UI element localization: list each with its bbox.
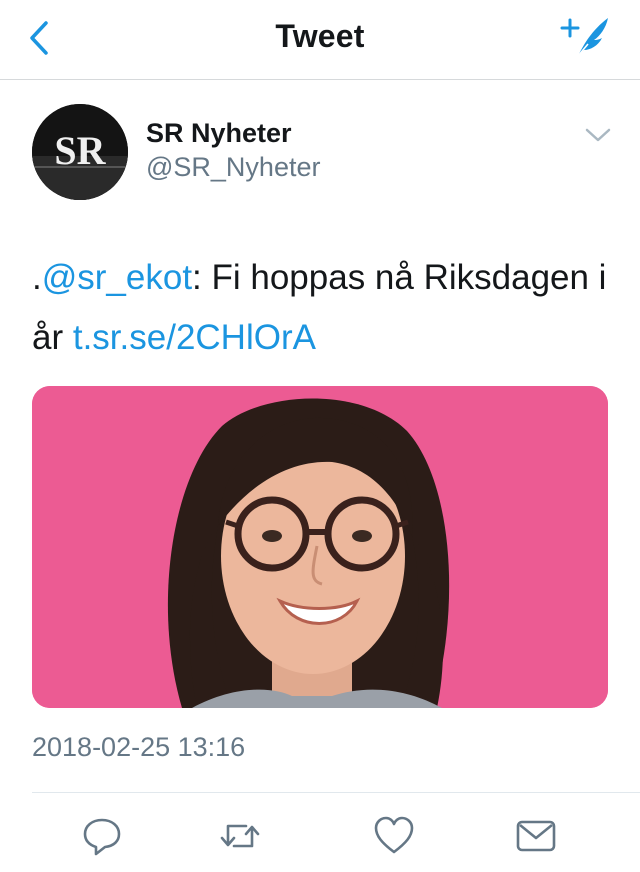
- retweet-button[interactable]: [218, 814, 262, 858]
- display-name[interactable]: SR Nyheter: [146, 118, 292, 149]
- url-link[interactable]: t.sr.se/2CHlOrA: [73, 318, 316, 357]
- like-button[interactable]: [372, 814, 416, 858]
- user-handle[interactable]: @SR_Nyheter: [146, 152, 320, 183]
- more-options-button[interactable]: [584, 126, 612, 144]
- retweet-icon: [220, 824, 260, 848]
- tweet-photo[interactable]: [32, 386, 608, 708]
- reply-button[interactable]: [80, 814, 124, 858]
- tweet-timestamp: 2018-02-25 13:16: [32, 732, 246, 762]
- page-title: Tweet: [275, 18, 365, 54]
- divider: [32, 792, 640, 793]
- mention-link[interactable]: @sr_ekot: [42, 258, 192, 297]
- tweet-prefix: .: [32, 258, 42, 297]
- tweet-header: SR SR Nyheter @SR_Nyheter: [0, 96, 640, 206]
- compose-tweet-icon: [560, 18, 608, 57]
- reply-icon: [83, 818, 121, 856]
- share-button[interactable]: [514, 814, 558, 858]
- avatar[interactable]: SR: [32, 104, 128, 200]
- heart-icon: [374, 816, 414, 854]
- mail-icon: [516, 820, 556, 852]
- tweet-text: .@sr_ekot: Fi hoppas nå Riksdagen i år t…: [32, 248, 612, 368]
- avatar-logo: SR: [32, 104, 128, 200]
- action-bar: [0, 808, 640, 868]
- compose-tweet-button[interactable]: [554, 10, 616, 64]
- chevron-down-icon: [585, 128, 611, 142]
- photo-image: [32, 386, 608, 708]
- navigation-bar: Tweet: [0, 0, 640, 80]
